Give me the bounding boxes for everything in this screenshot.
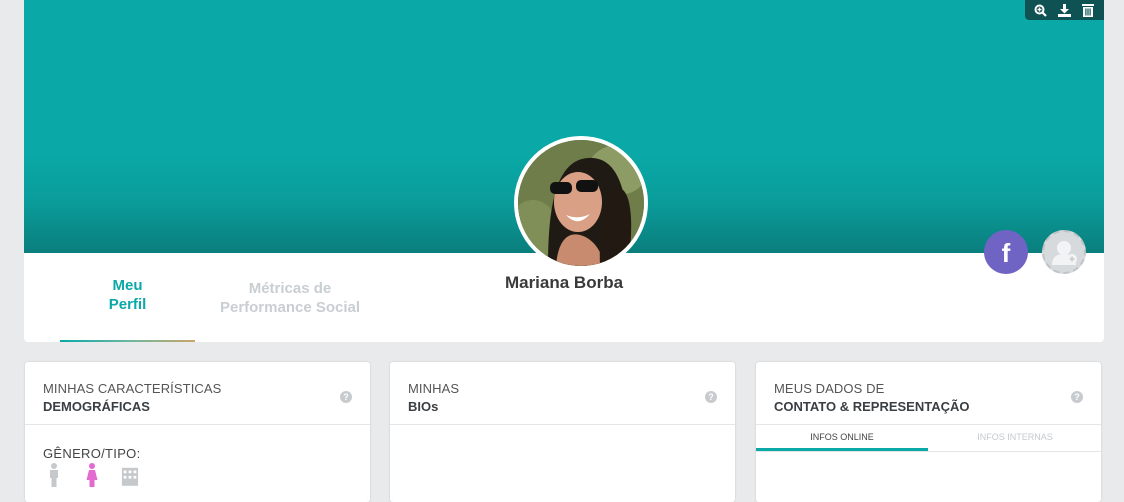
panel-demograficas: MINHAS CARACTERÍSTICAS DEMOGRÁFICAS ? GÊ… <box>25 362 370 502</box>
panel-contato: MEUS DADOS DE CONTATO & REPRESENTAÇÃO ? … <box>756 362 1101 502</box>
help-icon[interactable]: ? <box>705 391 717 403</box>
tab-infos-online[interactable]: INFOS ONLINE <box>756 425 928 451</box>
panel-title-line1: MINHAS <box>408 381 460 396</box>
help-icon[interactable]: ? <box>1071 391 1083 403</box>
panel-title-line2: CONTATO & REPRESENTAÇÃO <box>774 399 970 414</box>
male-icon[interactable] <box>45 463 63 487</box>
female-icon[interactable] <box>83 463 101 487</box>
tab-label-line2: Perfil <box>108 296 147 313</box>
download-icon[interactable] <box>1057 3 1071 17</box>
facebook-glyph: f <box>1001 238 1011 268</box>
add-profile-icon[interactable] <box>1042 230 1086 274</box>
panel-header: MINHAS BIOs ? <box>390 362 735 425</box>
panel-header: MINHAS CARACTERÍSTICAS DEMOGRÁFICAS ? <box>25 362 370 425</box>
company-icon[interactable] <box>121 463 139 487</box>
panel-header: MEUS DADOS DE CONTATO & REPRESENTAÇÃO ? <box>756 362 1101 425</box>
gender-options <box>45 463 139 487</box>
contact-subtabs: INFOS ONLINE INFOS INTERNAS <box>756 425 1101 452</box>
help-icon[interactable]: ? <box>340 391 352 403</box>
cover-toolbar <box>1025 0 1104 20</box>
avatar[interactable] <box>514 136 648 270</box>
zoom-icon[interactable] <box>1034 3 1048 17</box>
panel-title-line1: MINHAS CARACTERÍSTICAS <box>43 381 222 396</box>
avatar-photo <box>518 140 644 266</box>
facebook-icon[interactable]: f <box>984 230 1028 274</box>
panel-title-line2: DEMOGRÁFICAS <box>43 399 150 414</box>
tab-label-line2: Performance Social <box>219 299 361 316</box>
tab-label-line1: Métricas de <box>248 280 332 297</box>
tab-infos-internas[interactable]: INFOS INTERNAS <box>929 425 1101 451</box>
tab-meu-perfil[interactable]: Meu Perfil <box>60 276 195 314</box>
tab-label-line1: Meu <box>112 277 143 294</box>
profile-card: Mariana Borba f Meu Perfil Métricas de P… <box>24 0 1104 342</box>
panel-title-line1: MEUS DADOS DE <box>774 381 885 396</box>
panel-title-line2: BIOs <box>408 399 439 414</box>
delete-icon[interactable] <box>1081 3 1095 17</box>
gender-label: GÊNERO/TIPO: <box>43 446 141 461</box>
tab-metricas[interactable]: Métricas de Performance Social <box>200 279 380 317</box>
active-tab-indicator <box>60 340 195 342</box>
panel-bios: MINHAS BIOs ? <box>390 362 735 502</box>
